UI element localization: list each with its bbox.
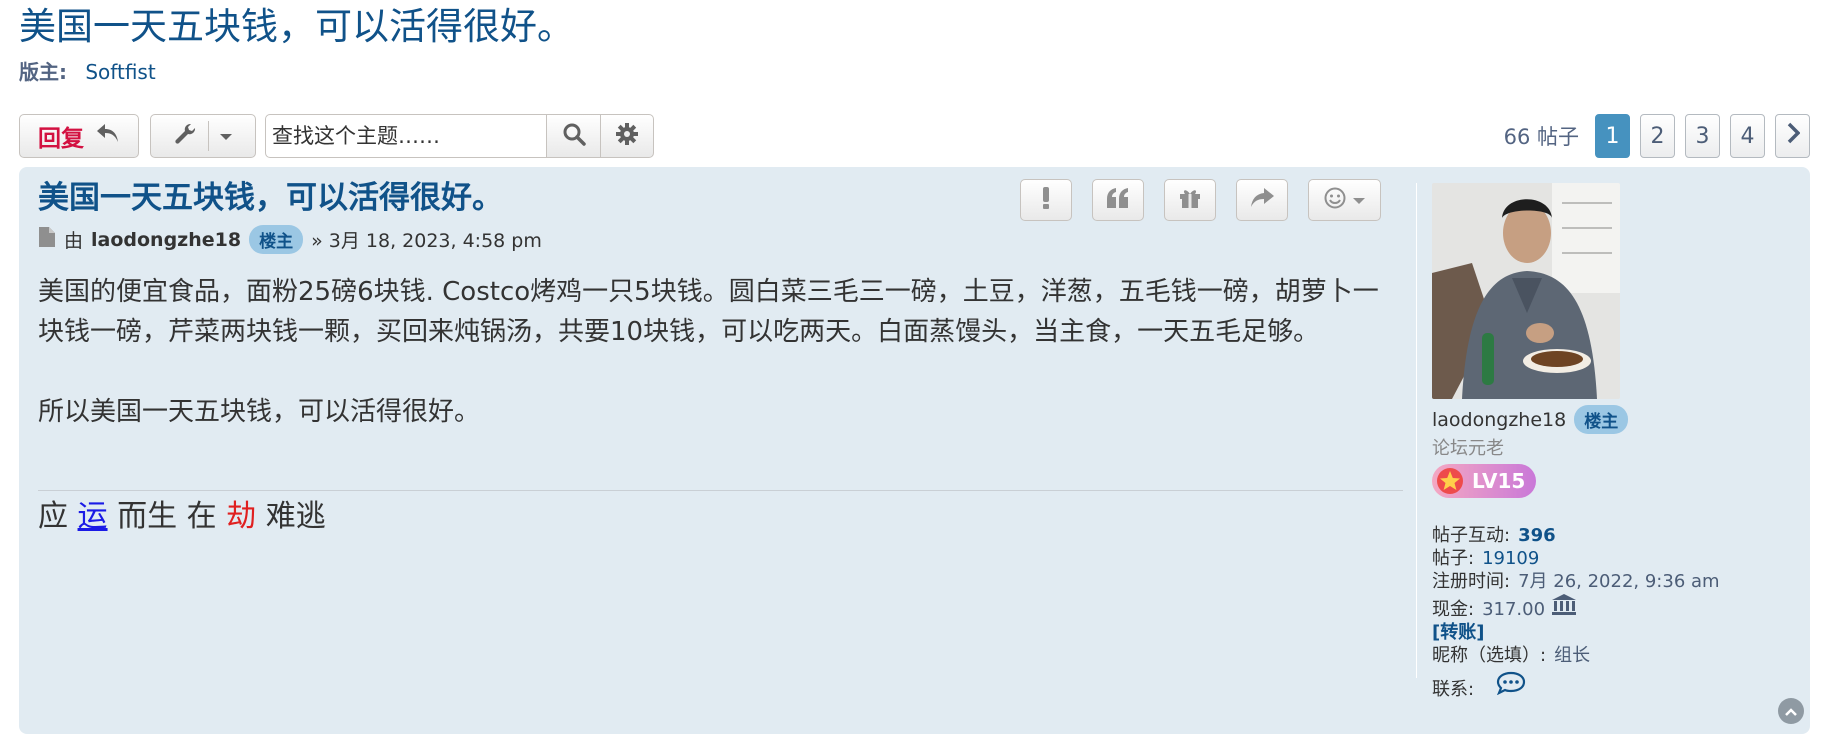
gear-icon [615, 122, 639, 150]
content-paragraph: 美国的便宜食品，面粉25磅6块钱. Costco烤鸡一只5块钱。圆白菜三毛三一磅… [38, 277, 1379, 347]
profile-rank: 论坛元老 [1432, 438, 1504, 459]
back-to-top-button[interactable] [1778, 698, 1804, 724]
profile-row: [转账] [1432, 621, 1802, 644]
moderator-link[interactable]: Softfist [85, 60, 155, 84]
post-content: 美国的便宜食品，面粉25磅6块钱. Costco烤鸡一只5块钱。圆白菜三毛三一磅… [38, 272, 1403, 432]
star-icon [1437, 468, 1463, 494]
nickname-value: 组长 [1554, 645, 1591, 666]
topic-tools-button[interactable] [150, 114, 256, 158]
signature-text: 而生 在 [117, 499, 217, 534]
page-button[interactable]: 3 [1685, 114, 1720, 158]
post-datetime: » 3月 18, 2023, 4:58 pm [311, 230, 542, 252]
moderators-label: 版主: [19, 60, 67, 84]
caret-down-icon [219, 127, 233, 146]
signature-text: 运 [77, 499, 108, 534]
topic-title[interactable]: 美国一天五块钱，可以活得很好。 [19, 0, 1821, 52]
nickname-label: 昵称（选填）: [1432, 645, 1547, 666]
signature-text: 难逃 [265, 499, 326, 534]
reply-label: 回复 [38, 126, 84, 152]
contact-label: 联系: [1432, 679, 1475, 700]
advanced-search-button[interactable] [600, 114, 654, 158]
page-button[interactable]: 1 [1595, 114, 1630, 158]
post: 美国一天五块钱，可以活得很好。 由 laodongzhe18 楼主 » 3月 1… [19, 167, 1810, 734]
signature: 应 运 而生 在 劫 难逃 [38, 490, 1403, 537]
signature-text: 应 [38, 499, 68, 534]
reply-button[interactable]: 回复 [19, 114, 139, 158]
chevron-right-icon [1786, 122, 1800, 150]
tools-separator [207, 121, 209, 151]
profile-row: 注册时间: 7月 26, 2022, 9:36 am [1432, 570, 1802, 593]
profile-row: 帖子互动: 396 [1432, 524, 1802, 547]
reply-icon [96, 123, 120, 149]
profile-badge: 楼主 [1574, 405, 1629, 434]
content-paragraph: 所以美国一天五块钱，可以活得很好。 [38, 397, 481, 427]
post-buttons [1020, 179, 1381, 221]
interactions-label: 帖子互动: [1432, 525, 1511, 546]
cash-value: 317.00 [1482, 599, 1546, 620]
level-text: LV15 [1472, 469, 1526, 493]
pagination: 66 帖子 1 2 3 4 [1504, 114, 1810, 158]
profile-row: 昵称（选填）: 组长 [1432, 644, 1802, 667]
interactions-value[interactable]: 396 [1518, 525, 1556, 546]
caret-down-icon [1352, 191, 1366, 210]
gift-button[interactable] [1164, 179, 1216, 221]
search-input[interactable] [265, 114, 547, 158]
bank-icon [1551, 594, 1577, 620]
profile-row: 帖子: 19109 [1432, 547, 1802, 570]
profile-row: 联系: [1432, 671, 1802, 701]
content-gap [38, 352, 1403, 392]
search-icon [562, 122, 586, 150]
posts-value[interactable]: 19109 [1482, 548, 1539, 569]
post-body: 美国一天五块钱，可以活得很好。 由 laodongzhe18 楼主 » 3月 1… [38, 177, 1403, 537]
avatar[interactable] [1432, 183, 1620, 399]
moderators: 版主: Softfist [19, 56, 1821, 85]
profile-divider [1416, 183, 1417, 678]
chat-icon[interactable] [1496, 671, 1526, 700]
report-icon [1042, 186, 1050, 214]
by-label: 由 [64, 230, 84, 252]
profile-row: 现金: 317.00 [1432, 593, 1802, 621]
posts-label: 帖子: [1432, 548, 1475, 569]
joined-label: 注册时间: [1432, 571, 1511, 592]
page-button[interactable]: 2 [1640, 114, 1675, 158]
smile-icon [1324, 187, 1346, 213]
wrench-icon [174, 122, 198, 150]
signature-text: 劫 [226, 499, 257, 534]
next-page-button[interactable] [1775, 114, 1810, 158]
joined-value: 7月 26, 2022, 9:36 am [1518, 571, 1720, 592]
search-button[interactable] [546, 114, 601, 158]
quote-icon [1105, 187, 1131, 213]
share-icon [1249, 187, 1275, 213]
post-icon[interactable] [38, 226, 56, 253]
profile-username[interactable]: laodongzhe18 [1432, 409, 1566, 431]
quote-button[interactable] [1092, 179, 1144, 221]
post-profile: laodongzhe18 楼主 论坛元老 LV15 帖子互动: 396 帖子: 19… [1432, 183, 1802, 701]
action-bar: 回复 66 帖子 1 2 [19, 114, 1810, 158]
cash-label: 现金: [1432, 599, 1475, 620]
gift-icon [1179, 187, 1201, 213]
profile-username-row: laodongzhe18 楼主 [1432, 405, 1802, 434]
report-button[interactable] [1020, 179, 1072, 221]
profile-details: 帖子互动: 396 帖子: 19109 注册时间: 7月 26, 2022, 9:36… [1432, 524, 1802, 701]
author-badge: 楼主 [249, 225, 304, 254]
post-count: 66 帖子 [1503, 125, 1579, 149]
reaction-button[interactable] [1308, 179, 1381, 221]
page: 美国一天五块钱，可以活得很好。 版主: Softfist 回复 查找这个主题……… [0, 0, 1840, 739]
post-author-line: 由 laodongzhe18 楼主 » 3月 18, 2023, 4:58 pm [38, 225, 1403, 254]
page-button[interactable]: 4 [1730, 114, 1765, 158]
back-to-top-icon [1784, 702, 1798, 721]
transfer-link[interactable]: [转账] [1432, 622, 1484, 643]
post-author-name[interactable]: laodongzhe18 [91, 229, 241, 251]
share-button[interactable] [1236, 179, 1288, 221]
level-badge: LV15 [1432, 464, 1536, 498]
